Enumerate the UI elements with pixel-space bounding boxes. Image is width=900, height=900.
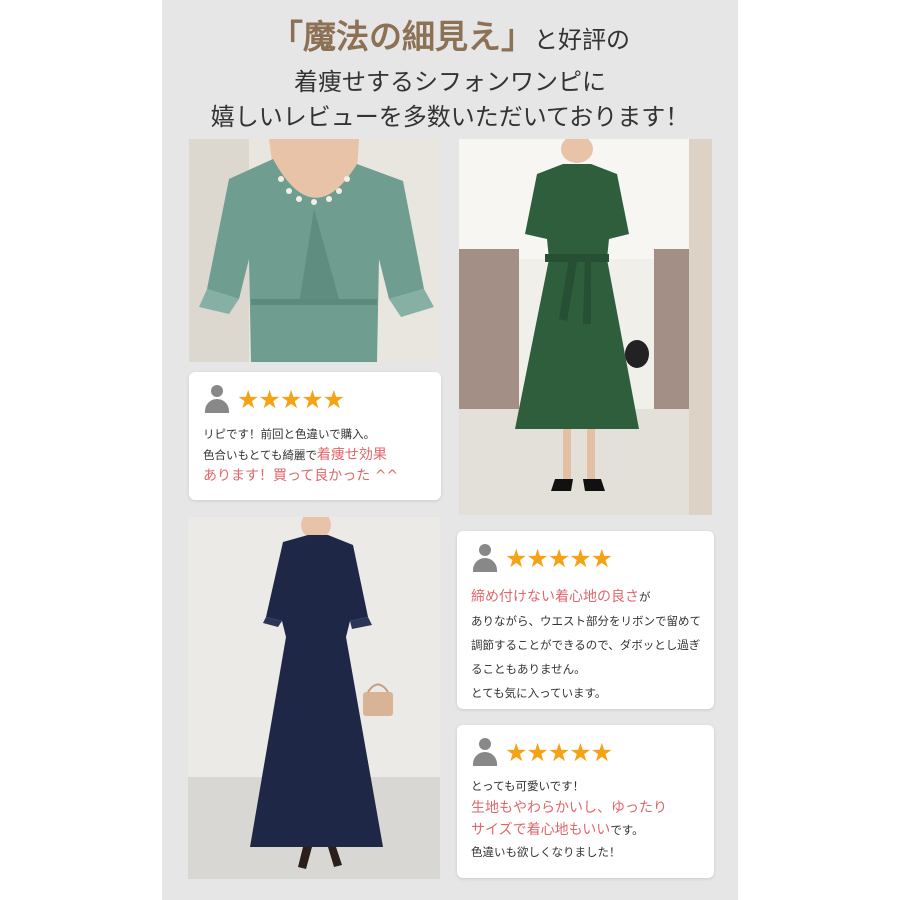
review-line: ることもありません。 [471, 662, 586, 676]
review-line: 色合いもとても綺麗で着痩せ効果 [203, 445, 427, 466]
review-highlight: 締め付けない着心地の良さ [471, 589, 639, 605]
review-line: とっても可愛いです！ [471, 779, 585, 793]
headline-line-1-rest: と好評の [534, 26, 630, 54]
user-silhouette-icon [471, 544, 499, 572]
review-line: 色違いも欲しくなりました！ [471, 845, 621, 859]
photo-forest-green-dress [459, 139, 712, 515]
user-silhouette-icon [471, 738, 499, 766]
review-header: ★★★★★ [471, 543, 700, 573]
headline-line-1: 「魔法の細見え」と好評の [162, 10, 738, 58]
review-highlight: 生地もやわらかいし、ゆったり [471, 800, 667, 816]
review-line: リピです！前回と色違いで購入。 [203, 427, 376, 441]
review-highlight: 着痩せ効果 [316, 447, 387, 463]
photo-sage-green-dress [189, 139, 441, 362]
five-star-rating: ★★★★★ [505, 737, 613, 767]
review-highlight: あります！買って良かった ^^ [203, 468, 399, 484]
review-text-span: が [639, 590, 651, 604]
review-highlight: サイズで着心地もいい [471, 822, 611, 838]
review-card: ★★★★★ とっても可愛いです！ 生地もやわらかいし、ゆったり サイズで着心地も… [457, 725, 714, 878]
review-text: リピです！前回と色違いで購入。 色合いもとても綺麗で着痩せ効果 あります！買って… [203, 424, 427, 487]
five-star-rating: ★★★★★ [237, 384, 345, 414]
review-card: ★★★★★ 締め付けない着心地の良さが ありながら、ウエスト部分をリボンで留めて… [457, 531, 714, 709]
review-text-span: 色合いもとても綺麗で [203, 448, 317, 462]
review-line: サイズで着心地もいいです。 [471, 819, 700, 841]
review-line: 締め付けない着心地の良さが [471, 585, 700, 609]
headline-line-2: 着痩せするシフォンワンピに [294, 68, 606, 96]
review-header: ★★★★★ [203, 384, 427, 414]
review-text: とっても可愛いです！ 生地もやわらかいし、ゆったり サイズで着心地もいいです。 … [471, 775, 700, 863]
photo-navy-dress [188, 517, 440, 879]
headline-line-3: 嬉しいレビューを多数いただいております！ [210, 103, 690, 131]
review-header: ★★★★★ [471, 737, 700, 767]
review-line: とても気に入っています。 [471, 686, 607, 700]
review-card: ★★★★★ リピです！前回と色違いで購入。 色合いもとても綺麗で着痩せ効果 あり… [189, 372, 441, 500]
review-text: 締め付けない着心地の良さが ありながら、ウエスト部分をリボンで留めて 調節するこ… [471, 585, 701, 705]
five-star-rating: ★★★★★ [505, 543, 613, 573]
user-silhouette-icon [203, 385, 231, 413]
review-text-span: です。 [610, 823, 644, 837]
review-line: ありながら、ウエスト部分をリボンで留めて [471, 614, 701, 628]
headline-highlight: 「魔法の細見え」 [270, 17, 534, 56]
review-line: 調節することができるので、ダボッとし過ぎ [471, 638, 701, 652]
